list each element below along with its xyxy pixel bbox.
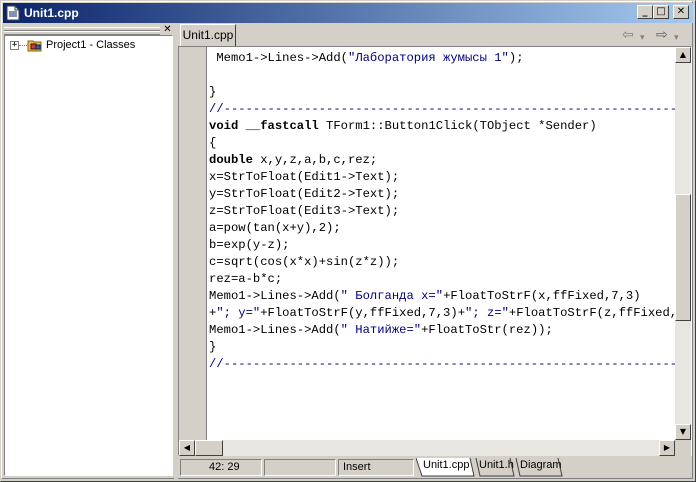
code-text: +FloatToStrF(y,ffFixed,7,3)+ — [260, 306, 466, 320]
tree-expand-icon[interactable]: + — [10, 41, 19, 50]
class-explorer-tree[interactable]: + Project1 - Classes — [4, 35, 173, 476]
code-line[interactable]: double x,y,z,a,b,c,rez; — [209, 152, 377, 169]
vertical-scrollbar[interactable]: ▲ ▼ — [675, 47, 691, 440]
code-line[interactable]: +"; y="+FloatToStrF(y,ffFixed,7,3)+"; z=… — [209, 305, 675, 322]
document-icon — [6, 5, 20, 21]
code-string: "; z=" — [465, 306, 509, 320]
code-line[interactable]: //--------------------------------------… — [209, 101, 675, 118]
arrow-right-icon: ▶ — [663, 443, 671, 452]
maximize-icon: □ — [656, 6, 666, 17]
code-line[interactable]: c=sqrt(cos(x*x)+sin(z*z)); — [209, 254, 399, 271]
code-keyword: __fastcall — [245, 119, 319, 133]
code-text: } — [209, 85, 217, 99]
code-line[interactable]: //--------------------------------------… — [209, 356, 675, 373]
code-comment: //--------------------------------------… — [209, 102, 675, 116]
code-line[interactable]: a=pow(tan(x+y),2); — [209, 220, 341, 237]
cursor-position: 42: 29 — [180, 459, 262, 476]
code-line[interactable]: { — [209, 135, 216, 152]
scroll-right-button[interactable]: ▶ — [659, 440, 675, 456]
code-text: x=StrToFloat(Edit1->Text); — [209, 170, 400, 184]
code-line[interactable]: Memo1->Lines->Add(" Натийже="+FloatToStr… — [209, 322, 553, 339]
close-icon: ✕ — [163, 24, 172, 35]
close-icon: ✕ — [676, 6, 686, 17]
close-button[interactable]: ✕ — [673, 5, 689, 19]
tree-item-project[interactable]: Project1 - Classes — [46, 39, 135, 52]
code-text: Memo1->Lines->Add( — [209, 51, 348, 65]
scroll-left-button[interactable]: ◀ — [179, 440, 195, 456]
code-keyword: double — [209, 153, 253, 167]
code-line[interactable]: Memo1->Lines->Add("Лаборатория жумысы 1"… — [209, 50, 524, 67]
code-string: " Натийже=" — [340, 323, 422, 337]
code-text: a=pow(tan(x+y),2); — [209, 221, 341, 235]
code-text: ); — [508, 51, 524, 65]
code-text: y=StrToFloat(Edit2->Text); — [209, 187, 400, 201]
project-pane-header: ✕ — [4, 25, 172, 35]
bottom-tab-unit1-cpp[interactable]: Unit1.cpp — [423, 457, 469, 475]
pane-close-button[interactable]: ✕ — [162, 25, 173, 35]
tree-connector — [19, 45, 27, 47]
code-line[interactable]: b=exp(y-z); — [209, 237, 289, 254]
code-line[interactable]: } — [209, 84, 216, 101]
code-text: } — [209, 340, 217, 354]
status-bar: 42: 29 Insert Unit1.cpp Unit1.h Diagram — [178, 457, 692, 478]
modified-indicator — [264, 459, 336, 476]
code-keyword: void — [209, 119, 239, 133]
code-line[interactable]: y=StrToFloat(Edit2->Text); — [209, 186, 399, 203]
code-text: +FloatToStr(rez)); — [421, 323, 553, 337]
code-text: rez=a-b*c; — [209, 272, 283, 286]
code-string: " Болганда x=" — [340, 289, 444, 303]
minimize-button[interactable]: _ — [637, 5, 653, 19]
code-line[interactable]: rez=a-b*c; — [209, 271, 282, 288]
folder-classes-icon — [27, 39, 43, 52]
code-line[interactable]: void __fastcall TForm1::Button1Click(TOb… — [209, 118, 597, 135]
code-text: z=StrToFloat(Edit3->Text); — [209, 204, 400, 218]
scroll-up-button[interactable]: ▲ — [675, 47, 691, 63]
code-text: TForm1::Button1Click(TObject *Sender) — [318, 119, 597, 133]
window-title: Unit1.cpp — [24, 6, 79, 20]
arrow-down-icon: ▼ — [679, 427, 687, 436]
scroll-down-button[interactable]: ▼ — [675, 424, 691, 440]
arrow-up-icon: ▲ — [679, 50, 687, 59]
code-string: "; y=" — [216, 306, 261, 320]
bottom-tab-unit1-h[interactable]: Unit1.h — [479, 457, 514, 475]
back-arrow-icon[interactable]: ⇦ — [622, 28, 634, 42]
forward-dropdown-icon[interactable]: ▾ — [674, 31, 679, 45]
code-text: Memo1->Lines->Add( — [209, 323, 341, 337]
title-bar[interactable]: Unit1.cpp _ □ ✕ — [3, 3, 693, 23]
editor-gutter[interactable] — [179, 47, 207, 440]
code-text: +FloatToStrF(z,ffFixed,7,3)); — [508, 306, 675, 320]
arrow-left-icon: ◀ — [183, 443, 191, 452]
tab-unit1-cpp[interactable]: Unit1.cpp — [180, 24, 236, 47]
code-editor[interactable]: Memo1->Lines->Add("Лаборатория жумысы 1"… — [178, 46, 692, 456]
forward-arrow-icon[interactable]: ⇨ — [656, 28, 668, 42]
editor-tab-strip: Unit1.cpp ⇦ ▾ ⇨ ▾ — [178, 24, 692, 48]
horizontal-scroll-thumb[interactable] — [195, 440, 223, 456]
code-area[interactable]: Memo1->Lines->Add("Лаборатория жумысы 1"… — [207, 47, 675, 440]
horizontal-scrollbar[interactable]: ◀ ▶ — [179, 440, 675, 456]
scrollbar-corner — [675, 440, 691, 456]
code-text: +FloatToStrF(x,ffFixed,7,3) — [443, 289, 641, 303]
code-line[interactable]: Memo1->Lines->Add(" Болганда x="+FloatTo… — [209, 288, 641, 305]
code-text: x,y,z,a,b,c,rez; — [252, 153, 378, 167]
minimize-icon: _ — [642, 6, 648, 17]
code-text: b=exp(y-z); — [209, 238, 290, 252]
code-string: "Лаборатория жумысы 1" — [347, 51, 509, 65]
code-text: Memo1->Lines->Add( — [209, 289, 341, 303]
code-line[interactable]: } — [209, 339, 216, 356]
bottom-tab-diagram[interactable]: Diagram — [520, 457, 562, 475]
insert-mode-indicator: Insert — [338, 459, 414, 476]
maximize-button[interactable]: □ — [653, 5, 669, 19]
back-dropdown-icon[interactable]: ▾ — [640, 31, 645, 45]
code-comment: //--------------------------------------… — [209, 357, 675, 371]
code-line[interactable]: x=StrToFloat(Edit1->Text); — [209, 169, 399, 186]
code-line[interactable]: z=StrToFloat(Edit3->Text); — [209, 203, 399, 220]
code-text: { — [209, 136, 217, 150]
code-text: c=sqrt(cos(x*x)+sin(z*z)); — [209, 255, 400, 269]
vertical-scroll-thumb[interactable] — [675, 194, 691, 321]
